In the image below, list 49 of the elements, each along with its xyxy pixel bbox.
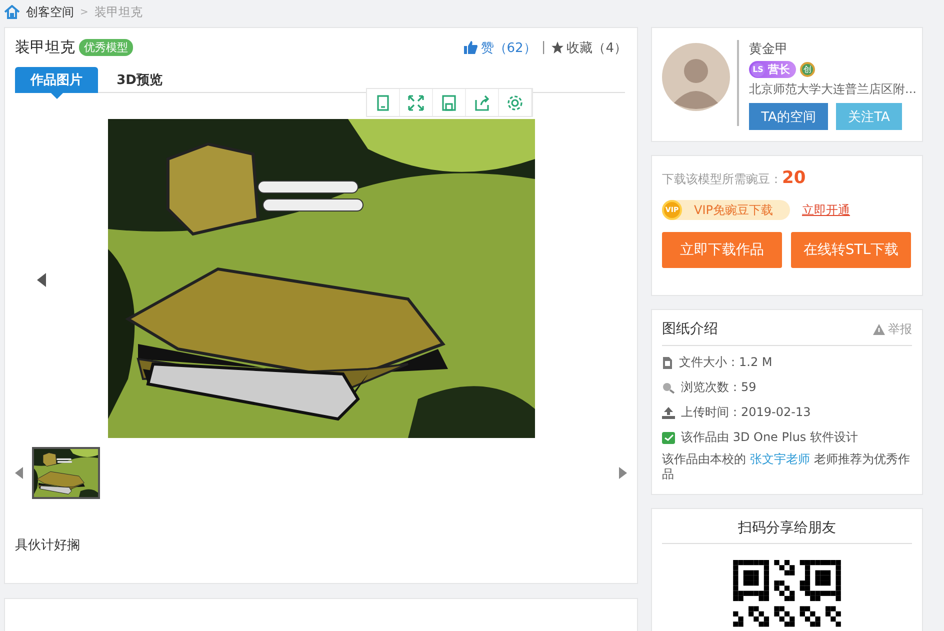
save-icon	[440, 94, 458, 112]
section-title: 图纸介绍	[662, 320, 718, 338]
star-icon	[550, 41, 564, 54]
breadcrumb-item: 装甲坦克	[94, 4, 142, 20]
upload-icon	[662, 406, 675, 418]
previous-arrow-icon[interactable]	[15, 467, 23, 479]
fact-text: 文件大小：1.2 M	[679, 354, 772, 371]
quality-badge: 优秀模型	[79, 39, 133, 56]
magnifier-icon	[662, 382, 675, 394]
follow-button[interactable]: 关注TA	[836, 103, 902, 130]
download-button[interactable]: 立即下载作品	[662, 232, 782, 268]
space-button[interactable]: TA的空间	[749, 103, 828, 130]
cost-value: 20	[782, 168, 806, 188]
like-link[interactable]: 赞（62）	[464, 38, 536, 56]
tablet-icon	[374, 94, 392, 112]
fact-text: 上传时间：2019-02-13	[681, 404, 811, 421]
warning-icon	[873, 324, 885, 334]
breadcrumb-separator: >	[80, 6, 88, 18]
check-icon	[662, 432, 675, 444]
next-arrow-icon[interactable]	[619, 467, 627, 479]
cost-label: 下载该模型所需豌豆：	[662, 171, 782, 188]
report-link[interactable]: 举报	[873, 320, 912, 338]
fact-text: 浏览次数：59	[681, 379, 756, 396]
thumbnail[interactable]	[32, 447, 100, 499]
tab[interactable]: 3D预览	[98, 67, 181, 93]
share-icon	[473, 94, 491, 112]
fact-text: 该作品由 3D One Plus 软件设计	[681, 429, 858, 446]
vip-link[interactable]: 立即开通	[802, 202, 850, 218]
author-name[interactable]: 黄金甲	[749, 40, 916, 58]
rank-badge: LS 营长	[749, 61, 796, 78]
avatar	[662, 43, 730, 111]
fullscreen-icon	[407, 94, 425, 112]
previous-arrow-icon[interactable]	[37, 273, 47, 287]
recommendation-text: 该作品由本校的 张文宇老师 老师推荐为优秀作品	[662, 452, 911, 482]
separator: |	[541, 40, 546, 55]
thumbs-up-icon	[464, 41, 478, 54]
download-button[interactable]: 在线转STL下载	[791, 232, 911, 268]
work-description: 具伙计好搁	[15, 537, 81, 554]
work-title: 装甲坦克	[15, 38, 75, 57]
breadcrumb-item[interactable]: 创客空间	[26, 4, 74, 20]
creator-badge: 创	[800, 62, 815, 77]
home-icon[interactable]	[4, 5, 20, 19]
document-icon	[662, 356, 673, 368]
school-name: 北京师范大学大连普兰店区附...	[749, 81, 916, 98]
teacher-link[interactable]: 张文宇老师	[750, 452, 810, 466]
settings-icon	[506, 94, 524, 112]
section-title: 扫码分享给朋友	[662, 519, 912, 544]
favorite-link[interactable]: 收藏（4）	[550, 38, 627, 56]
tab-pointer-icon	[51, 93, 63, 99]
